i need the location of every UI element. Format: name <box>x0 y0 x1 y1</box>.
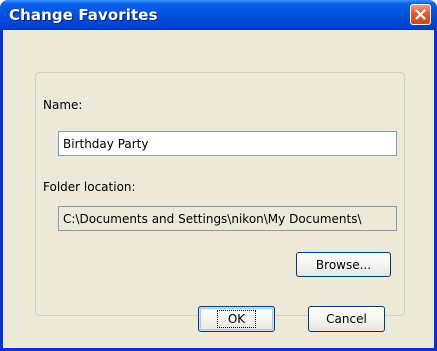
ok-button[interactable]: OK <box>198 306 275 332</box>
ok-button-label: OK <box>216 310 257 328</box>
change-favorites-dialog: Change Favorites Name: Birthday Party Fo… <box>0 0 437 351</box>
favorite-details-group <box>35 72 405 316</box>
folder-location-field[interactable]: C:\Documents and Settings\nikon\My Docum… <box>58 206 397 231</box>
dialog-body: Name: Birthday Party Folder location: C:… <box>3 30 434 348</box>
browse-button[interactable]: Browse... <box>296 252 391 277</box>
close-icon <box>415 9 426 20</box>
name-label: Name: <box>43 98 83 112</box>
title-bar[interactable]: Change Favorites <box>0 0 437 30</box>
cancel-button[interactable]: Cancel <box>308 306 385 332</box>
close-button[interactable] <box>410 4 431 25</box>
folder-location-label: Folder location: <box>43 180 136 194</box>
name-input[interactable]: Birthday Party <box>58 131 397 156</box>
window-title: Change Favorites <box>9 6 158 24</box>
